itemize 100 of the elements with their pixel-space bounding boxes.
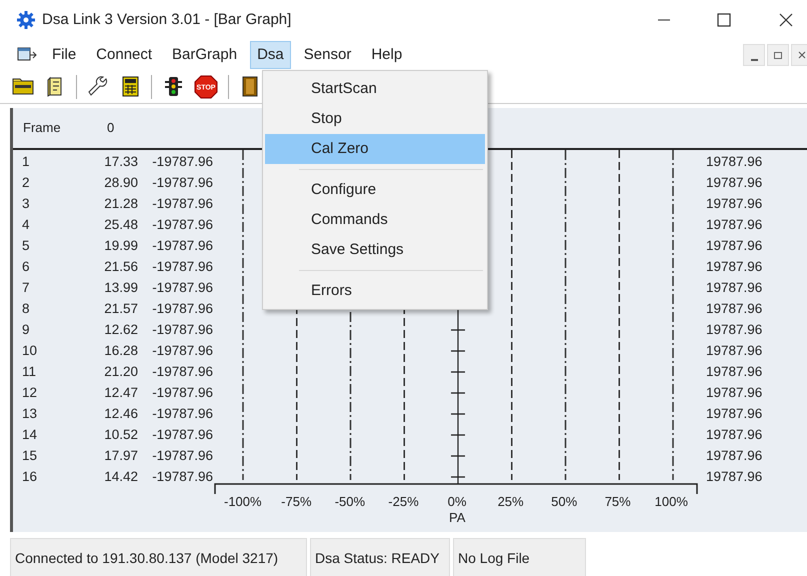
axis-tick-label: 25% bbox=[498, 494, 524, 510]
table-cell-text: 19787.96 bbox=[706, 279, 762, 298]
table-cell-text: 11 bbox=[22, 363, 38, 382]
axis-tick-label: 0% bbox=[448, 494, 466, 510]
restore-button[interactable] bbox=[767, 44, 789, 66]
table-cell-text: 19787.96 bbox=[706, 447, 762, 466]
table-cell-text: 16 bbox=[22, 468, 38, 486]
wrench-icon[interactable] bbox=[87, 76, 109, 98]
status-panel: No Log File bbox=[453, 538, 586, 576]
axis-tick-label: -25% bbox=[388, 494, 419, 510]
table-cell-text: -19787.96 bbox=[151, 195, 213, 214]
table-cell-text: 25.48 bbox=[103, 216, 138, 234]
traffic-light-icon[interactable] bbox=[162, 76, 184, 98]
table-cell-text: 3 bbox=[22, 195, 31, 214]
table-cell-text: 5 bbox=[22, 237, 31, 256]
table-cell-text: 19.99 bbox=[103, 237, 138, 256]
table-cell-text: 7 bbox=[22, 279, 31, 298]
table-cell-text: 2 bbox=[22, 174, 31, 192]
frame-value: 0 bbox=[107, 119, 114, 138]
table-cell-text: -19787.96 bbox=[151, 321, 213, 340]
bar-marker bbox=[451, 476, 465, 478]
menu-item[interactable]: BarGraph bbox=[165, 41, 244, 69]
table-cell-text: 16.28 bbox=[103, 342, 138, 360]
table-cell-text: 13 bbox=[22, 405, 38, 424]
bar-marker bbox=[451, 434, 465, 436]
menu-item[interactable]: Dsa bbox=[250, 41, 291, 69]
gear-icon bbox=[16, 10, 36, 30]
table-cell-text: 14.42 bbox=[103, 468, 138, 486]
close-icon bbox=[798, 51, 806, 59]
table-cell-text: -19787.96 bbox=[151, 300, 213, 318]
bar-marker bbox=[451, 413, 465, 415]
table-cell-text: 19787.96 bbox=[706, 384, 762, 402]
menu-item[interactable]: File bbox=[45, 41, 84, 69]
table-cell-text: 12.46 bbox=[103, 405, 138, 424]
table-cell-text: 12.47 bbox=[103, 384, 138, 402]
table-cell-text: -19787.96 bbox=[151, 237, 213, 256]
table-cell-text: 19787.96 bbox=[706, 468, 762, 486]
folder-icon[interactable] bbox=[12, 76, 34, 98]
status-panel: Dsa Status: READY bbox=[310, 538, 450, 576]
menu-item[interactable]: Sensor bbox=[296, 41, 358, 69]
table-cell-text: 14 bbox=[22, 426, 38, 444]
table-cell-text: 13.99 bbox=[103, 279, 138, 298]
table-cell-text: 19787.96 bbox=[706, 153, 762, 172]
bar-marker bbox=[451, 455, 465, 457]
menu-item[interactable]: Help bbox=[364, 41, 410, 69]
table-cell-text: 19787.96 bbox=[706, 237, 762, 256]
table-cell-text: 21.28 bbox=[103, 195, 138, 214]
table-cell-text: 19787.96 bbox=[706, 405, 762, 424]
table-cell-text: 17.97 bbox=[103, 447, 138, 466]
table-cell-text: 28.90 bbox=[103, 174, 138, 192]
table-cell-text: 21.20 bbox=[103, 363, 138, 382]
table-cell-text: 12 bbox=[22, 384, 38, 402]
table-cell-text: -19787.96 bbox=[151, 258, 213, 276]
table-cell-text: 9 bbox=[22, 321, 31, 340]
menu-item[interactable]: Stop bbox=[265, 104, 485, 134]
minimize-button[interactable] bbox=[743, 44, 765, 66]
table-cell-text: 19787.96 bbox=[706, 363, 762, 382]
close-icon[interactable] bbox=[779, 13, 793, 27]
axis-tick-label: 75% bbox=[604, 494, 631, 510]
bar-marker bbox=[451, 329, 465, 331]
table-cell-text: 19787.96 bbox=[706, 342, 762, 360]
table-cell-text: -19787.96 bbox=[151, 405, 213, 424]
table-cell-text: 10.52 bbox=[103, 426, 138, 444]
window-title: Dsa Link 3 Version 3.01 - [Bar Graph] bbox=[42, 10, 292, 30]
menu-item[interactable]: Configure bbox=[265, 175, 485, 205]
axis-tick-label: -50% bbox=[334, 494, 366, 510]
bar-marker bbox=[451, 350, 465, 352]
table-cell-text: -19787.96 bbox=[151, 279, 213, 298]
menu-item[interactable]: Save Settings bbox=[265, 235, 485, 265]
table-cell-text: -19787.96 bbox=[151, 426, 213, 444]
axis-tick-label: 50% bbox=[551, 494, 578, 510]
table-cell-text: 6 bbox=[22, 258, 31, 276]
status-panel: Connected to 191.30.80.137 (Model 3217) bbox=[10, 538, 307, 576]
table-cell-text: -19787.96 bbox=[151, 468, 213, 486]
table-cell-text: -19787.96 bbox=[151, 174, 213, 192]
table-cell-text: 17.33 bbox=[103, 153, 138, 172]
table-cell-text: 19787.96 bbox=[706, 321, 762, 340]
table-cell-text: 4 bbox=[22, 216, 31, 234]
menu-item[interactable]: StartScan bbox=[265, 74, 485, 104]
menu-item[interactable]: Connect bbox=[89, 41, 160, 69]
table-cell-text: -19787.96 bbox=[151, 153, 213, 172]
close-button[interactable] bbox=[791, 44, 807, 66]
frame-label: Frame bbox=[23, 119, 62, 138]
table-cell-text: 19787.96 bbox=[706, 300, 762, 318]
menu-item[interactable]: Errors bbox=[265, 276, 485, 306]
table-cell-text: 12.62 bbox=[103, 321, 138, 340]
table-cell-text: 19787.96 bbox=[706, 195, 762, 214]
table-cell-text: 19787.96 bbox=[706, 258, 762, 276]
menu-item[interactable]: Cal Zero bbox=[265, 134, 485, 164]
maximize-icon[interactable] bbox=[717, 13, 731, 27]
table-cell-text: -19787.96 bbox=[151, 216, 213, 234]
table-cell-text: 8 bbox=[22, 300, 31, 318]
axis-tick-label: -75% bbox=[281, 494, 312, 510]
axis-tick-label: 100% bbox=[654, 494, 688, 510]
menu-item[interactable]: Commands bbox=[265, 205, 485, 235]
table-cell-text: -19787.96 bbox=[151, 342, 213, 360]
table-cell-text: 19787.96 bbox=[706, 426, 762, 444]
table-cell-text: 19787.96 bbox=[706, 174, 762, 192]
table-cell-text: -19787.96 bbox=[151, 447, 213, 466]
bar-marker bbox=[451, 392, 465, 394]
